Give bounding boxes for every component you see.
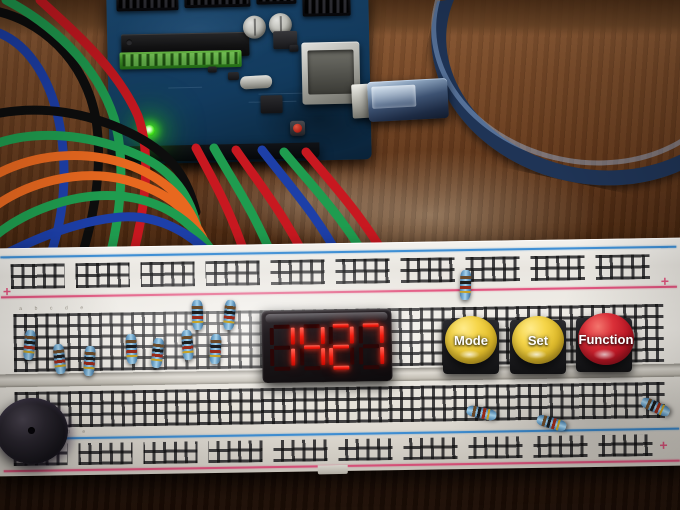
main-holes-lower: [14, 381, 665, 429]
function-button-label: Function: [578, 331, 634, 347]
smd-component: [227, 72, 240, 81]
rail-plus-mark-topright: +: [660, 272, 670, 289]
reset-button[interactable]: [289, 120, 306, 136]
rail-plus-mark-topleft: +: [2, 283, 12, 300]
smd-component: [289, 44, 299, 52]
usb-cable-connector[interactable]: [367, 77, 449, 123]
resistor: [191, 299, 204, 331]
smd-component: [207, 66, 217, 73]
header-analog: [302, 0, 351, 17]
header-digital-left: [116, 0, 179, 12]
breadboard-mount-tab: [317, 464, 348, 475]
photo-scene: − + − + a b c d e a b c d e + −: [0, 0, 680, 510]
function-button[interactable]: Function: [578, 313, 634, 365]
resistor: [125, 333, 138, 365]
seven-segment-display: [261, 308, 393, 384]
rail-minus-mark-topright: −: [660, 238, 669, 255]
crystal-oscillator: [239, 74, 273, 90]
set-button-label: Set: [527, 332, 549, 348]
resistor: [209, 333, 222, 365]
power-led-indicator: [144, 125, 155, 136]
display-digit-2: [299, 323, 325, 370]
rail-plus-mark-bottomright: +: [659, 436, 668, 453]
set-button[interactable]: Set: [512, 316, 564, 364]
rail-minus-mark-topleft: −: [2, 249, 11, 266]
display-digit-3: [328, 323, 355, 370]
header-digital-right: [184, 0, 251, 9]
mode-button-label: Mode: [454, 332, 488, 348]
mode-button[interactable]: Mode: [445, 316, 497, 364]
resistor: [459, 269, 472, 301]
rail-holes-top: [10, 254, 657, 290]
display-digits: [269, 320, 385, 373]
smd-chip: [260, 95, 283, 114]
resistor: [180, 329, 195, 361]
display-digit-1: [269, 324, 296, 371]
display-digit-4: [358, 322, 385, 369]
green-terminal-block: [119, 49, 242, 70]
arduino-board: [106, 0, 372, 165]
column-labels-top: a b c d e: [19, 304, 89, 313]
